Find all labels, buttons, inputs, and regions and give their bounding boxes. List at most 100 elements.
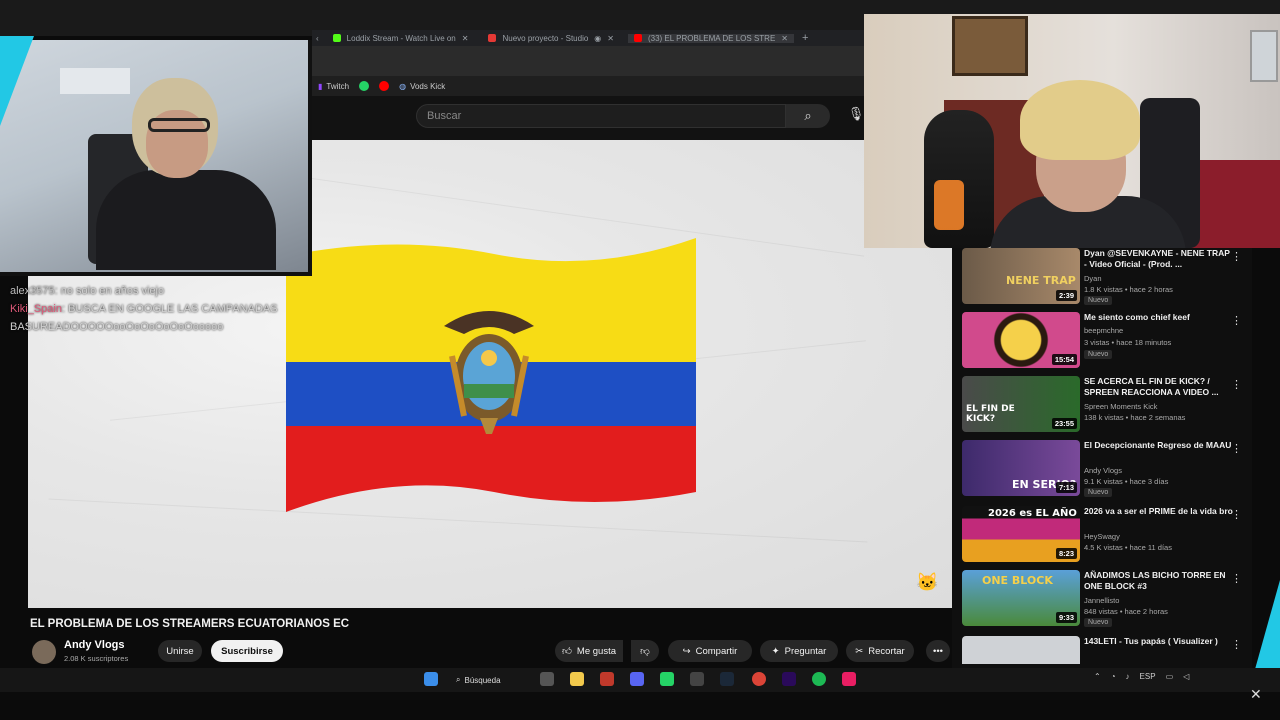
video-thumbnail[interactable]: EL FIN DE KICK? 23:55 (962, 376, 1080, 432)
video-thumbnail[interactable]: 2026 es EL AÑO 8:23 (962, 506, 1080, 562)
bookmark-vods-kick[interactable]: ◍ Vods Kick (399, 82, 445, 91)
recommendation-meta: 4.5 K vistas • hace 11 días (1084, 543, 1172, 552)
share-icon: ↪ (682, 645, 691, 657)
recommendation-channel[interactable]: Dyan (1084, 274, 1102, 283)
recommendation-channel[interactable]: beepmchne (1084, 326, 1123, 335)
video-thumbnail[interactable]: NENE TRAP 2:39 (962, 248, 1080, 304)
close-icon[interactable]: ✕ (462, 34, 469, 43)
chat-text: BASUREADOOOOOooOoOoOoOoOooooo (10, 321, 224, 333)
browser-tab-youtube[interactable]: (33) EL PROBLEMA DE LOS STRE ✕ (627, 33, 794, 43)
video-thumbnail[interactable]: 15:54 (962, 312, 1080, 368)
recommendation-channel[interactable]: Andy Vlogs (1084, 466, 1122, 475)
browser-tab-kick[interactable]: Loddix Stream - Watch Live on ✕ (327, 34, 475, 43)
video-thumbnail[interactable]: ONE BLOCK 9:33 (962, 570, 1080, 626)
more-actions-button[interactable]: ••• (926, 640, 950, 662)
more-vert-icon[interactable]: ⋮ (1231, 314, 1242, 327)
join-button[interactable]: Unirse (158, 640, 202, 662)
chat-text: : BUSCA EN GOOGLE LAS CAMPANADAS (61, 303, 278, 315)
recommendation-item[interactable]: 2026 es EL AÑO 8:23 2026 va a ser el PRI… (962, 506, 1248, 568)
whatsapp-icon[interactable] (359, 81, 370, 91)
recommendation-title[interactable]: 2026 va a ser el PRIME de la vida bro (1084, 506, 1234, 517)
chat-username: alex3575 (10, 285, 55, 297)
search-button[interactable]: ⌕ (786, 104, 830, 128)
tab-label: Loddix Stream - Watch Live on (346, 33, 456, 43)
ecuador-flag (284, 236, 698, 514)
browser-tab-studio[interactable]: Nuevo proyecto - Studio ◉ ✕ (482, 34, 620, 43)
more-vert-icon[interactable]: ⋮ (1231, 572, 1242, 585)
search-input[interactable]: Buscar (416, 104, 786, 128)
new-badge: Nuevo (1084, 350, 1113, 359)
share-label: Compartir (695, 645, 738, 657)
task-view-icon[interactable] (540, 672, 554, 686)
like-button[interactable]: 👍︎ Me gusta (555, 640, 623, 662)
recommendation-meta: 138 k vistas • hace 2 semanas (1084, 413, 1186, 422)
recommendation-title[interactable]: AÑADIMOS LAS BICHO TORRE EN ONE BLOCK #3 (1084, 570, 1234, 592)
share-button[interactable]: ↪ Compartir (668, 640, 752, 662)
bookmark-label: Vods Kick (410, 81, 446, 91)
new-tab-button[interactable]: + (802, 32, 808, 44)
audio-icon[interactable]: ◉ (594, 34, 601, 43)
premiere-icon[interactable] (782, 672, 796, 686)
recommendation-item[interactable]: 15:54 Me siento como chief keef beepmchn… (962, 312, 1248, 374)
recommendation-item[interactable]: EL FIN DE KICK? 23:55 SE ACERCA EL FIN D… (962, 376, 1248, 438)
more-vert-icon[interactable]: ⋮ (1231, 378, 1242, 391)
obs-icon[interactable] (690, 672, 704, 686)
video-thumbnail[interactable]: EN SERIO? 7:13 (962, 440, 1080, 496)
youtube-bookmark-icon[interactable] (379, 81, 390, 91)
video-thumbnail[interactable] (962, 636, 1080, 664)
tab-scroll-left[interactable]: ‹ (316, 34, 319, 43)
network-icon[interactable]: ◔ (1111, 672, 1116, 681)
recommendation-channel[interactable]: HeySwagy (1084, 532, 1120, 541)
recommendation-item[interactable]: ONE BLOCK 9:33 AÑADIMOS LAS BICHO TORRE … (962, 570, 1248, 632)
language-indicator[interactable]: ESP (1140, 672, 1156, 681)
more-vert-icon[interactable]: ⋮ (1231, 442, 1242, 455)
spotify-icon[interactable] (812, 672, 826, 686)
bookmark-twitch[interactable]: ▮ Twitch (318, 82, 349, 91)
recommendation-channel[interactable]: Spreen Moments Kick (1084, 402, 1157, 411)
channel-avatar[interactable] (32, 640, 56, 664)
more-vert-icon[interactable]: ⋮ (1231, 508, 1242, 521)
chrome-icon[interactable] (752, 672, 766, 686)
recommendation-meta: 1.8 K vistas • hace 2 horas (1084, 285, 1173, 294)
recommendation-title[interactable]: El Decepcionante Regreso de MAAU (1084, 440, 1234, 451)
recommendation-title[interactable]: Me siento como chief keef (1084, 312, 1234, 323)
app-icon[interactable] (600, 672, 614, 686)
ask-button[interactable]: ✦ Preguntar (760, 640, 838, 662)
more-vert-icon[interactable]: ⋮ (1231, 638, 1242, 651)
dislike-button[interactable]: 👎︎ (631, 640, 659, 662)
studio-icon (488, 34, 497, 42)
recommendation-item[interactable]: 143LETI - Tus papás ( Visualizer ) ⋮ (962, 636, 1248, 664)
recommendations-sidebar: NENE TRAP 2:39 Dyan @SEVENKAYNE - NENE T… (952, 248, 1252, 668)
browser-tab-bar: ‹ Loddix Stream - Watch Live on ✕ Nuevo … (312, 30, 864, 46)
recommendation-channel[interactable]: Jannellisto (1084, 596, 1119, 605)
address-bar-area (312, 46, 864, 76)
close-icon[interactable]: ✕ (607, 34, 614, 43)
tab-label: Nuevo proyecto - Studio (502, 33, 589, 43)
clip-button[interactable]: ✂ Recortar (846, 640, 914, 662)
steam-icon[interactable] (720, 672, 734, 686)
subscribe-button[interactable]: Suscribirse (211, 640, 283, 662)
channel-name[interactable]: Andy Vlogs (64, 639, 125, 651)
discord-icon[interactable] (630, 672, 644, 686)
thumbs-down-icon: 👎︎ (640, 646, 650, 657)
speaker-icon[interactable]: ◁ (1183, 672, 1189, 681)
globe-icon: ◍ (399, 81, 407, 91)
volume-icon[interactable]: ♪ (1126, 672, 1130, 681)
recommendation-title[interactable]: Dyan @SEVENKAYNE - NENE TRAP - Video Ofi… (1084, 248, 1234, 270)
recommendation-title[interactable]: 143LETI - Tus papás ( Visualizer ) (1084, 636, 1234, 647)
recommendation-item[interactable]: EN SERIO? 7:13 El Decepcionante Regreso … (962, 440, 1248, 502)
more-vert-icon[interactable]: ⋮ (1231, 250, 1242, 263)
chevron-up-icon[interactable]: ⌃ (1094, 672, 1101, 681)
app-icon[interactable] (842, 672, 856, 686)
taskbar-search[interactable]: ⌕ Búsqueda (456, 672, 522, 688)
display-icon[interactable]: ▭ (1166, 672, 1174, 681)
video-title: EL PROBLEMA DE LOS STREAMERS ECUATORIANO… (30, 618, 350, 630)
file-explorer-icon[interactable] (570, 672, 584, 686)
windows-start-icon[interactable] (424, 672, 438, 686)
close-icon[interactable]: ✕ (781, 34, 788, 43)
duration-badge: 9:33 (1055, 612, 1077, 623)
recommendation-title[interactable]: SE ACERCA EL FIN DE KICK? / SPREEN REACC… (1084, 376, 1234, 398)
whatsapp-icon[interactable] (660, 672, 674, 686)
mic-icon[interactable]: 🎙 (846, 106, 866, 126)
recommendation-item[interactable]: NENE TRAP 2:39 Dyan @SEVENKAYNE - NENE T… (962, 248, 1248, 310)
